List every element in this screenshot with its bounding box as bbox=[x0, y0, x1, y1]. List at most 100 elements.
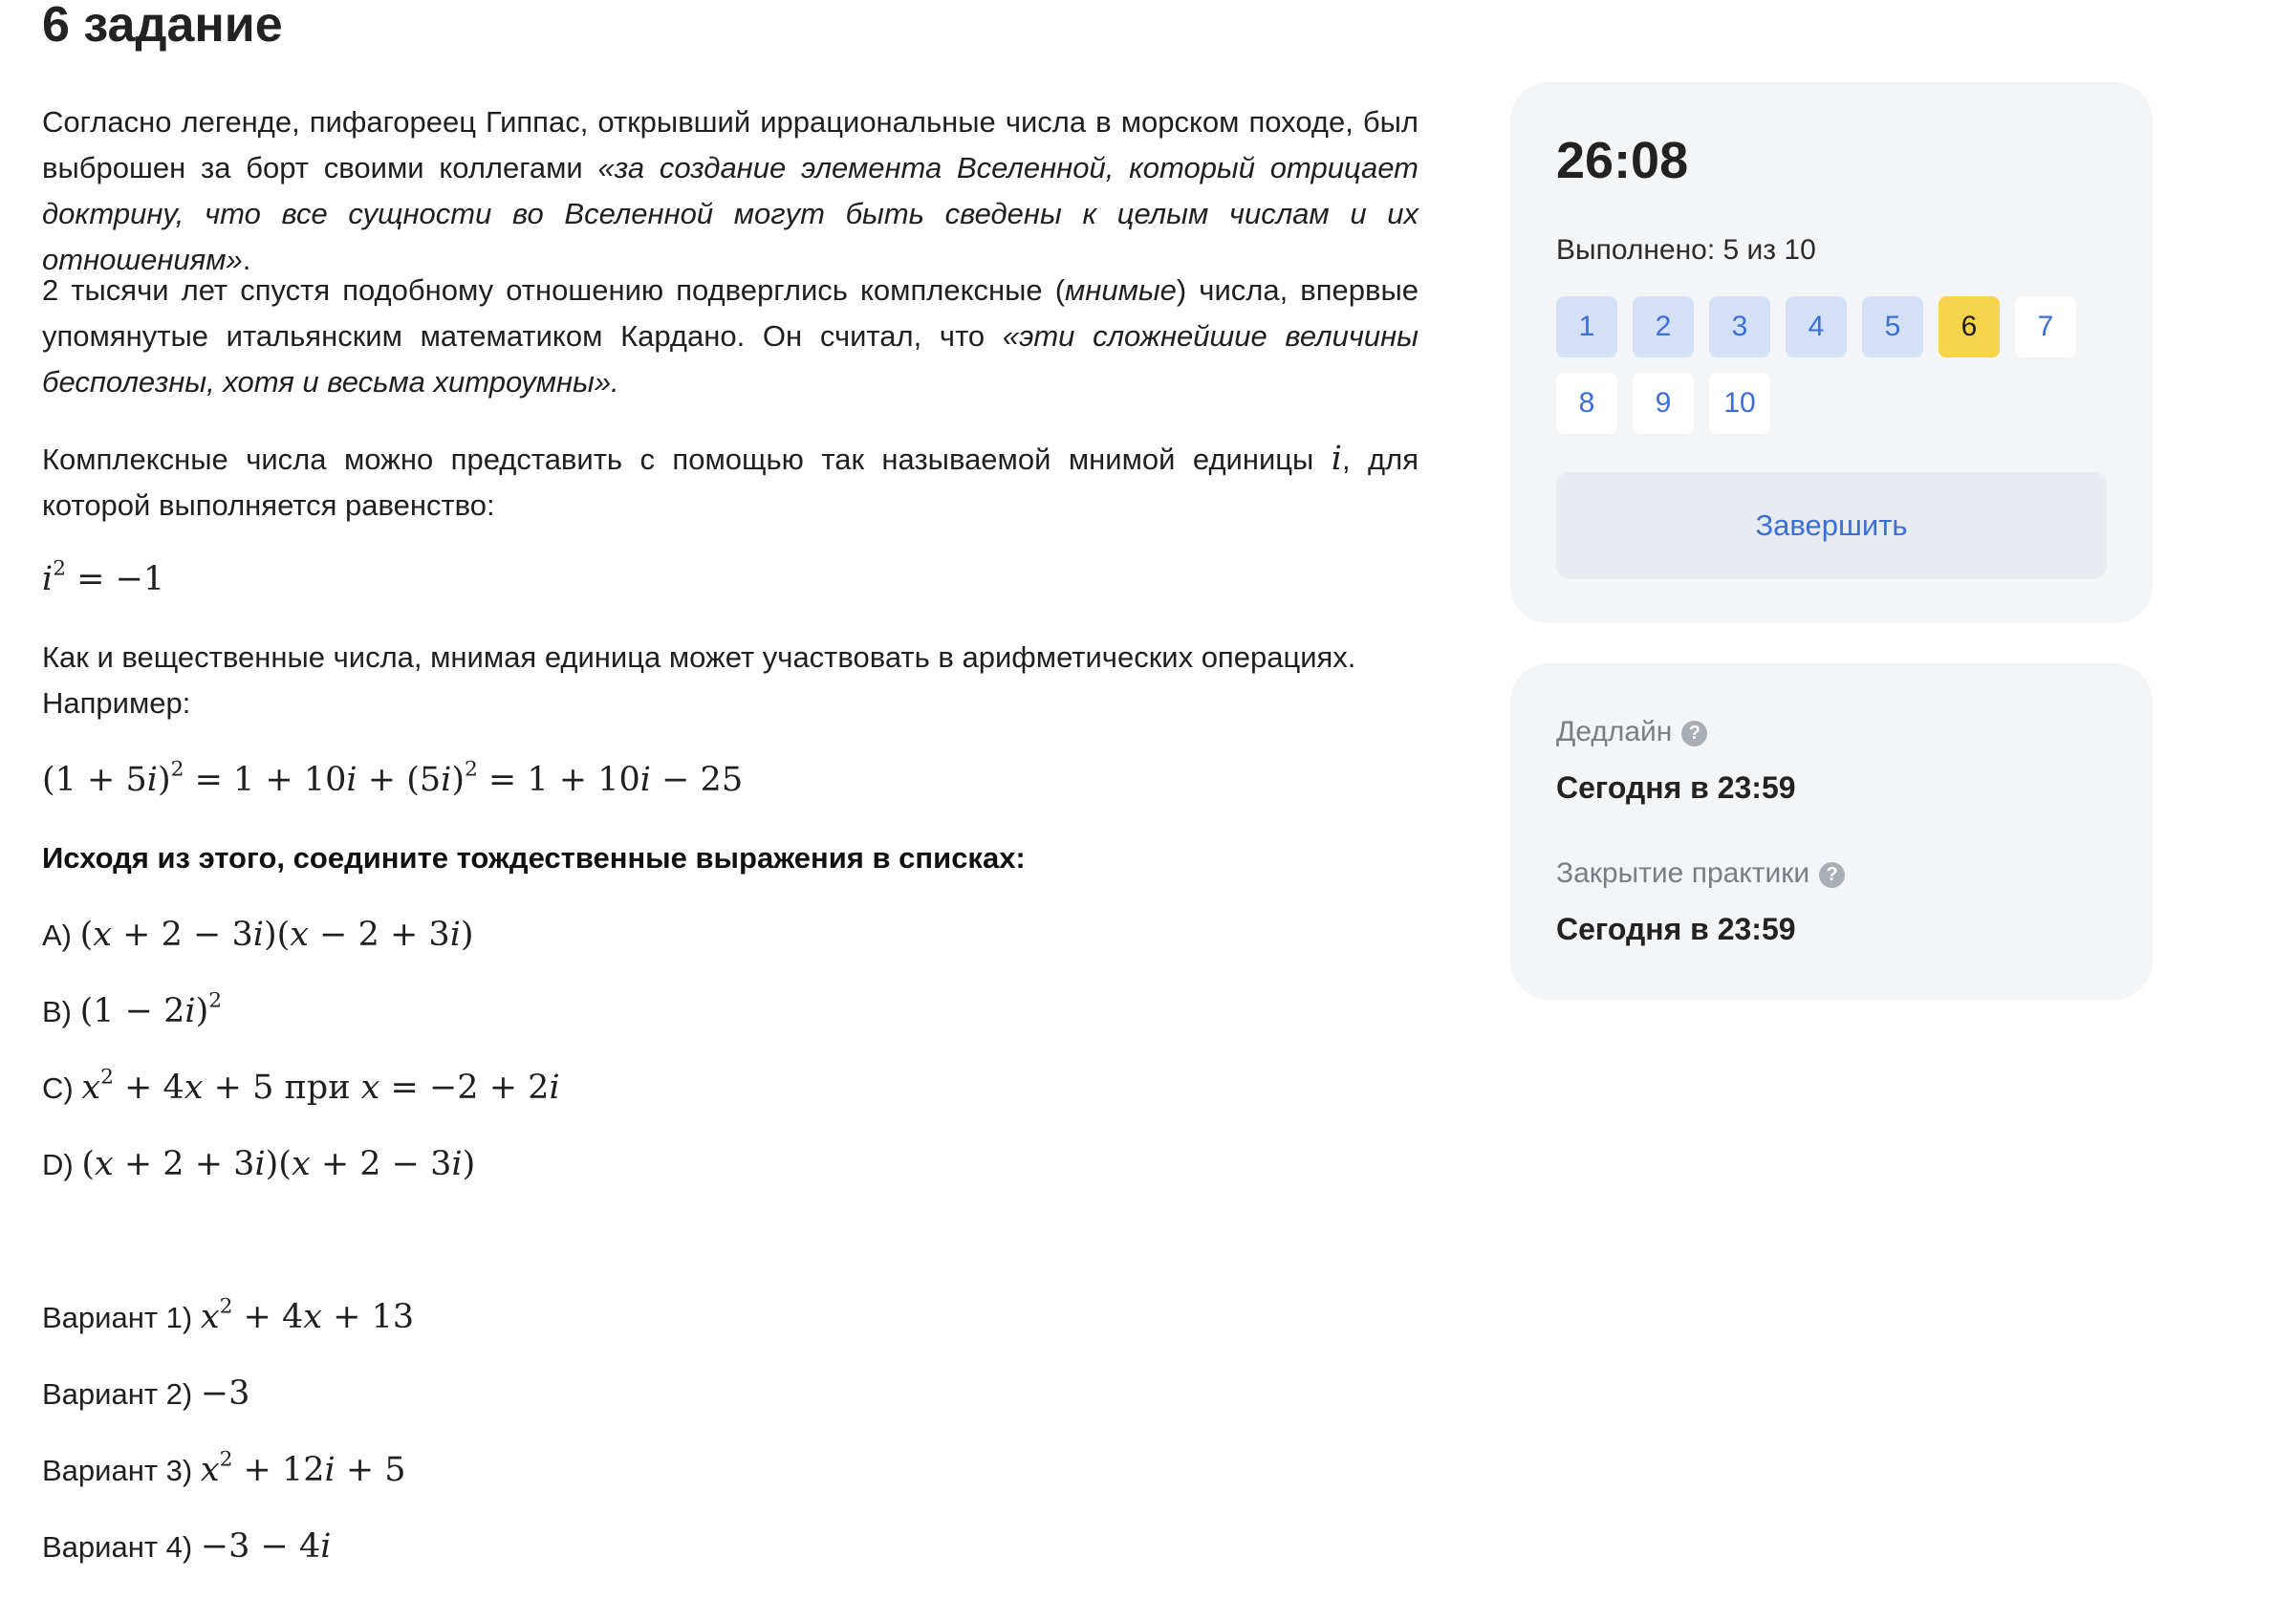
item-expression: x2 + 4x + 13 bbox=[201, 1296, 414, 1336]
left-item-b: B) (1 − 2i)2 bbox=[42, 988, 222, 1035]
math-variable: i bbox=[324, 1451, 336, 1489]
question-button-5[interactable]: 5 bbox=[1862, 296, 1923, 357]
item-expression: x2 + 12i + 5 bbox=[200, 1449, 406, 1489]
text-run: )( bbox=[263, 916, 291, 954]
question-button-6[interactable]: 6 bbox=[1939, 296, 2000, 357]
text-run: (1 − 2 bbox=[79, 992, 185, 1030]
equation-example: (1 + 5i)2 = 1 + 10i + (5i)2 = 1 + 10i − … bbox=[42, 757, 743, 803]
text-run: = 1 + 10 bbox=[184, 761, 347, 799]
intro-paragraph-3: Комплексные числа можно представить с по… bbox=[42, 436, 1419, 529]
text-run: − 2 + 3 bbox=[309, 916, 450, 954]
task-instruction: Исходя из этого, соедините тождественные… bbox=[42, 841, 1026, 875]
text-run: −3 bbox=[200, 1374, 250, 1413]
help-icon[interactable]: ? bbox=[1681, 721, 1708, 746]
left-item-a: A) (x + 2 − 3i)(x − 2 + 3i) bbox=[42, 912, 474, 959]
question-button-4[interactable]: 4 bbox=[1786, 296, 1847, 357]
question-button-3[interactable]: 3 bbox=[1709, 296, 1770, 357]
math-variable: i bbox=[254, 1145, 266, 1183]
item-expression: −3 − 4i bbox=[201, 1527, 332, 1566]
question-button-10[interactable]: 10 bbox=[1709, 373, 1770, 434]
left-item-c: C) x2 + 4x + 5 при x = −2 + 2i bbox=[42, 1065, 560, 1112]
text-run: + 2 − 3 bbox=[310, 1145, 452, 1183]
progress-text: Выполнено: 5 из 10 bbox=[1556, 234, 1816, 266]
math-variable: i bbox=[549, 1069, 560, 1107]
exponent: 2 bbox=[464, 757, 478, 782]
timer: 26:08 bbox=[1556, 132, 1689, 189]
math-variable: x bbox=[184, 1069, 204, 1107]
math-variable: i bbox=[449, 916, 461, 954]
text-run: (1 + 5 bbox=[42, 761, 147, 799]
quote-text: мнимые bbox=[1065, 273, 1177, 307]
item-expression: (x + 2 − 3i)(x − 2 + 3i) bbox=[80, 916, 474, 954]
question-button-1[interactable]: 1 bbox=[1556, 296, 1617, 357]
text-run: + 4 bbox=[113, 1069, 184, 1107]
timer-card: 26:08 Выполнено: 5 из 10 1 2 3 4 5 6 7 8… bbox=[1510, 82, 2153, 623]
text-run: + (5 bbox=[357, 761, 442, 799]
math-variable: i bbox=[184, 992, 196, 1030]
math-variable: x bbox=[94, 1145, 114, 1183]
text-run: − 25 bbox=[650, 761, 744, 799]
text-run: ( bbox=[79, 916, 94, 954]
math-variable: i bbox=[451, 1145, 463, 1183]
math-variable: i bbox=[252, 916, 264, 954]
exponent: 2 bbox=[219, 1294, 233, 1319]
item-label: A) bbox=[42, 919, 80, 952]
closing-label-row: Закрытие практики? bbox=[1556, 856, 1846, 891]
text-run: + 5 bbox=[335, 1451, 406, 1489]
item-label: D) bbox=[42, 1148, 82, 1181]
exponent: 2 bbox=[100, 1065, 114, 1090]
text-run: + 5 при bbox=[203, 1069, 361, 1107]
item-expression: −3 bbox=[201, 1374, 250, 1413]
math-variable: x bbox=[291, 1145, 311, 1183]
text-run: ) bbox=[460, 916, 474, 954]
text-run: ) bbox=[157, 761, 171, 799]
intro-paragraph-4: Как и вещественные числа, мнимая единица… bbox=[42, 635, 1419, 726]
text-run: + 2 − 3 bbox=[112, 916, 253, 954]
math-variable: i bbox=[1331, 440, 1342, 478]
intro-paragraph-1: Согласно легенде, пифагореец Гиппас, отк… bbox=[42, 99, 1419, 283]
deadline-label: Дедлайн bbox=[1556, 716, 1673, 747]
text-run: = −2 + 2 bbox=[379, 1069, 550, 1107]
item-label: C) bbox=[42, 1071, 82, 1105]
variant-item-1: Вариант 1) x2 + 4x + 13 bbox=[42, 1294, 414, 1341]
help-icon[interactable]: ? bbox=[1819, 862, 1846, 888]
math-variable: x bbox=[200, 1451, 220, 1489]
text-run: Как и вещественные числа, мнимая единица… bbox=[42, 640, 1356, 674]
item-expression: x2 + 4x + 5 при x = −2 + 2i bbox=[81, 1067, 560, 1107]
item-label: Вариант 4) bbox=[42, 1530, 201, 1564]
text-run: ) bbox=[451, 761, 465, 799]
text-run: 2 тысячи лет спустя подобному отношению … bbox=[42, 273, 1066, 307]
item-label: Вариант 1) bbox=[42, 1301, 201, 1334]
text-run: = 1 + 10 bbox=[477, 761, 640, 799]
item-expression: (1 − 2i)2 bbox=[79, 990, 222, 1030]
variant-item-4: Вариант 4) −3 − 4i bbox=[42, 1524, 331, 1570]
exponent: 2 bbox=[53, 556, 67, 581]
text-run: )( bbox=[265, 1145, 292, 1183]
question-button-8[interactable]: 8 bbox=[1556, 373, 1617, 434]
variant-item-2: Вариант 2) −3 bbox=[42, 1371, 249, 1417]
text-run: = −1 bbox=[66, 560, 165, 598]
deadline-label-row: Дедлайн? bbox=[1556, 715, 1708, 749]
deadline-value: Сегодня в 23:59 bbox=[1556, 770, 1796, 805]
math-variable: x bbox=[303, 1298, 322, 1336]
question-button-7[interactable]: 7 bbox=[2015, 296, 2076, 357]
text-run: Комплексные числа можно представить с по… bbox=[42, 443, 1332, 476]
exponent: 2 bbox=[208, 988, 223, 1013]
finish-button[interactable]: Завершить bbox=[1556, 472, 2107, 579]
text-run: ) bbox=[462, 1145, 476, 1183]
question-button-2[interactable]: 2 bbox=[1633, 296, 1694, 357]
math-variable: i bbox=[42, 560, 54, 598]
equation-i-squared: i2 = −1 bbox=[42, 556, 164, 602]
math-variable: x bbox=[81, 1069, 101, 1107]
question-button-9[interactable]: 9 bbox=[1633, 373, 1694, 434]
math-variable: i bbox=[639, 761, 651, 799]
math-variable: x bbox=[290, 916, 309, 954]
exponent: 2 bbox=[219, 1447, 233, 1472]
page-title: 6 задание bbox=[42, 0, 283, 53]
variant-item-3: Вариант 3) x2 + 12i + 5 bbox=[42, 1447, 406, 1494]
math-variable: i bbox=[320, 1527, 332, 1566]
item-label: B) bbox=[42, 995, 80, 1028]
text-run: ) bbox=[195, 992, 209, 1030]
left-item-d: D) (x + 2 + 3i)(x + 2 − 3i) bbox=[42, 1141, 475, 1188]
text-run: −3 − 4 bbox=[200, 1527, 321, 1566]
